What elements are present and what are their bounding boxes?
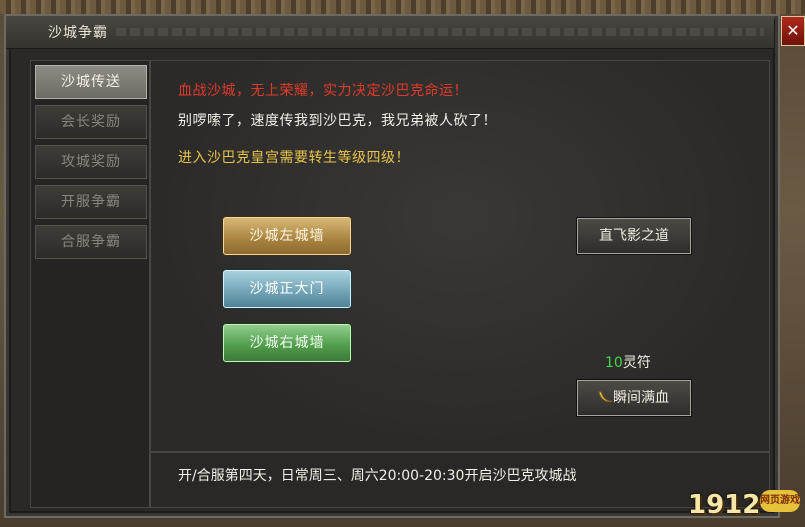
charm-unit: 灵符: [622, 355, 651, 371]
siege-schedule-text: 开/合服第四天，日常周三、周六20:00-20:30开启沙巴克攻城战: [178, 468, 577, 484]
fly-shadow-road-button[interactable]: 直飞影之道: [577, 218, 691, 254]
banana-icon: [598, 391, 613, 403]
left-wall-button[interactable]: 沙城左城墙: [223, 217, 351, 255]
side-nav: 沙城传送 会长奖励 攻城奖励 开服争霸 合服争霸: [30, 60, 150, 508]
scene-top-edge: [0, 0, 805, 14]
slogan-text: 血战沙城，无上荣耀，实力决定沙巴克命运！: [178, 83, 468, 99]
charm-cost: 10灵符: [605, 352, 651, 372]
npc-dialog-text: 别啰嗦了，速度传我到沙巴克，我兄弟被人砍了！: [178, 113, 497, 129]
logo-badge: 网页游戏: [760, 490, 800, 512]
close-button[interactable]: ✕: [781, 16, 805, 46]
site-logo: 1912: [688, 490, 761, 520]
right-wall-button[interactable]: 沙城右城墙: [223, 324, 351, 362]
charm-count: 10: [605, 355, 623, 371]
tab-server-open-contest[interactable]: 开服争霸: [35, 185, 147, 219]
requirement-text: 进入沙巴克皇宫需要转生等级四级！: [178, 150, 410, 166]
main-gate-button[interactable]: 沙城正大门: [223, 270, 351, 308]
tab-siege-reward[interactable]: 攻城奖励: [35, 145, 147, 179]
window-title: 沙城争霸: [48, 25, 108, 41]
instant-heal-button[interactable]: 瞬间满血: [577, 380, 691, 416]
tab-sand-city-teleport[interactable]: 沙城传送: [35, 65, 147, 99]
tab-guild-leader-reward[interactable]: 会长奖励: [35, 105, 147, 139]
tab-server-merge-contest[interactable]: 合服争霸: [35, 225, 147, 259]
title-bar[interactable]: [6, 16, 774, 49]
